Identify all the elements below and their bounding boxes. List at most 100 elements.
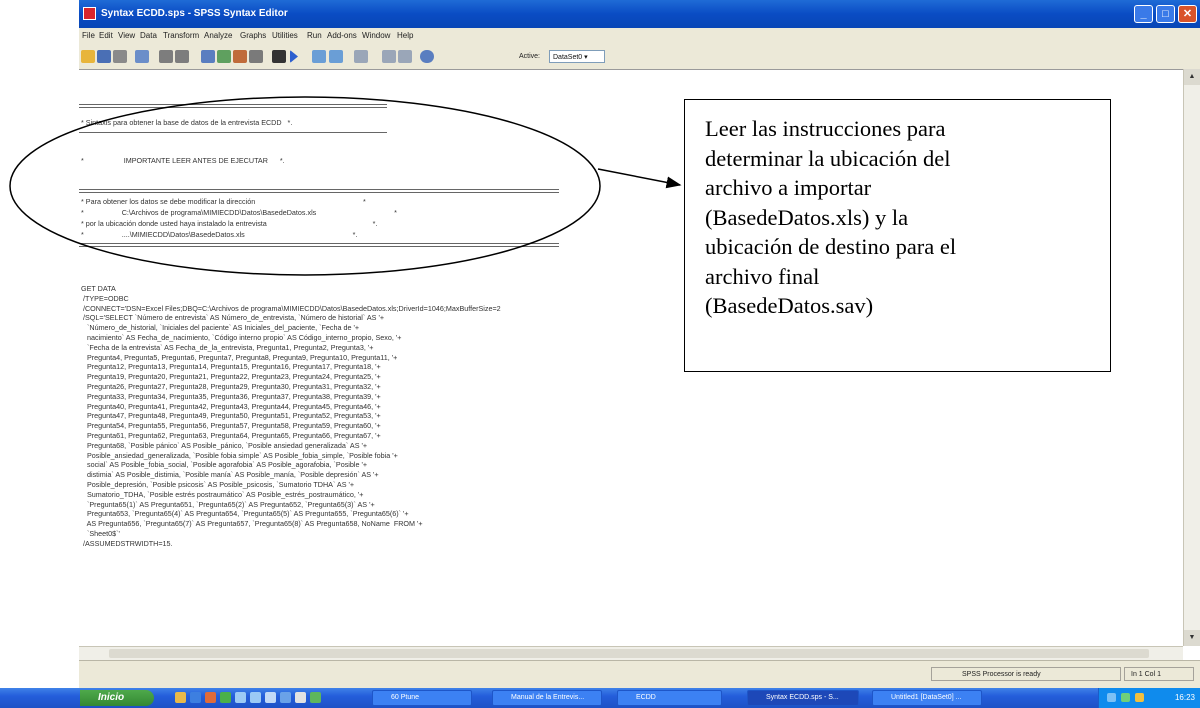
code-line: `Pregunta65(1)` AS Pregunta651, `Pregunt… bbox=[81, 499, 375, 509]
print-icon[interactable] bbox=[113, 50, 127, 63]
horizontal-scroll-thumb[interactable] bbox=[109, 649, 1149, 658]
menu-window[interactable]: Window bbox=[362, 31, 390, 40]
system-tray: 16:23 bbox=[1098, 688, 1200, 708]
code-line: AS Pregunta656, `Pregunta65(7)` AS Pregu… bbox=[81, 519, 423, 529]
code-line: /TYPE=ODBC bbox=[81, 293, 129, 303]
comment-line: * C:\Archivos de programa\MIMIECDD\Datos… bbox=[81, 208, 397, 217]
minimize-button[interactable]: _ bbox=[1134, 5, 1153, 23]
chart-icon[interactable] bbox=[233, 50, 247, 63]
code-line: Pregunta40, Pregunta41, Pregunta42, Preg… bbox=[81, 401, 381, 411]
title-bar[interactable]: Syntax ECDD.sps - SPSS Syntax Editor _ □… bbox=[79, 0, 1200, 28]
split-file-icon[interactable] bbox=[354, 50, 368, 63]
taskbar-task[interactable]: Untitled1 [DataSet0] ... bbox=[872, 690, 982, 706]
start-button[interactable]: Inicio bbox=[80, 690, 154, 706]
find-icon[interactable] bbox=[272, 50, 286, 63]
menu-graphs[interactable]: Graphs bbox=[240, 31, 266, 40]
code-line: Pregunta33, Pregunta34, Pregunta35, Preg… bbox=[81, 391, 381, 401]
taskbar-task[interactable]: Manual de la Entrevis... bbox=[492, 690, 602, 706]
quick-launch-icon[interactable] bbox=[310, 692, 321, 703]
code-line: Pregunta12, Pregunta13, Pregunta14, Preg… bbox=[81, 362, 381, 372]
maximize-button[interactable]: □ bbox=[1156, 5, 1175, 23]
status-bar: SPSS Processor is ready In 1 Col 1 bbox=[79, 660, 1200, 689]
insert-cases-icon[interactable] bbox=[312, 50, 326, 63]
quick-launch-icon[interactable] bbox=[250, 692, 261, 703]
menu-add-ons[interactable]: Add-ons bbox=[327, 31, 357, 40]
tray-security-icon[interactable] bbox=[1121, 693, 1130, 702]
menu-view[interactable]: View bbox=[118, 31, 135, 40]
variables-icon[interactable] bbox=[217, 50, 231, 63]
menu-utilities[interactable]: Utilities bbox=[272, 31, 298, 40]
insert-variable-icon[interactable] bbox=[329, 50, 343, 63]
menu-edit[interactable]: Edit bbox=[99, 31, 113, 40]
menu-data[interactable]: Data bbox=[140, 31, 157, 40]
vertical-scrollbar[interactable]: ▲ ▼ bbox=[1183, 69, 1200, 646]
comment-line: * IMPORTANTE LEER ANTES DE EJECUTAR *. bbox=[81, 156, 285, 165]
taskbar-task[interactable]: Syntax ECDD.sps - S... bbox=[747, 690, 859, 706]
save-icon[interactable] bbox=[97, 50, 111, 63]
menu-transform[interactable]: Transform bbox=[163, 31, 199, 40]
dialog-recall-icon[interactable] bbox=[135, 50, 149, 63]
quick-launch-icon[interactable] bbox=[295, 692, 306, 703]
menu-bar: File Edit View Data Transform Analyze Gr… bbox=[79, 28, 1200, 45]
quick-launch-icon[interactable] bbox=[265, 692, 276, 703]
menu-analyze[interactable]: Analyze bbox=[204, 31, 232, 40]
active-dataset-label: Active: bbox=[519, 53, 541, 60]
comment-rule bbox=[79, 132, 387, 133]
quick-launch-icon[interactable] bbox=[280, 692, 291, 703]
code-line: Posible_ansiedad_generalizada, `Posible … bbox=[81, 450, 398, 460]
menu-file[interactable]: File bbox=[82, 31, 95, 40]
menu-help[interactable]: Help bbox=[397, 31, 413, 40]
taskbar-task[interactable]: ECDD bbox=[617, 690, 722, 706]
active-dataset-select[interactable]: DataSet0 ▾ bbox=[549, 50, 605, 63]
code-line: distimia` AS Posible_distimia, `Posible … bbox=[81, 470, 379, 480]
quick-launch-icon[interactable] bbox=[175, 692, 186, 703]
code-line: Pregunta61, Pregunta62, Pregunta63, Preg… bbox=[81, 431, 381, 440]
value-labels-icon[interactable] bbox=[420, 50, 434, 63]
menu-run[interactable]: Run bbox=[307, 31, 322, 40]
callout-line: determinar la ubicación del bbox=[705, 145, 951, 171]
instruction-callout: Leer las instrucciones para determinar l… bbox=[684, 99, 1111, 372]
spss-app-icon bbox=[83, 7, 96, 20]
undo-icon[interactable] bbox=[159, 50, 173, 63]
code-line: Pregunta68, `Posible pánico` AS Posible_… bbox=[81, 440, 368, 450]
code-line: `Número_de_historial, `Iniciales del pac… bbox=[81, 323, 360, 333]
quick-launch-icon[interactable] bbox=[220, 692, 231, 703]
scroll-down-icon[interactable]: ▼ bbox=[1184, 630, 1200, 646]
cursor-position: In 1 Col 1 bbox=[1124, 667, 1194, 681]
quick-launch-icon[interactable] bbox=[205, 692, 216, 703]
code-line: Posible_depresión, `Posible psicosis` AS… bbox=[81, 480, 355, 489]
comment-rule bbox=[79, 104, 387, 105]
weight-cases-icon[interactable] bbox=[382, 50, 396, 63]
run-icon[interactable] bbox=[290, 50, 298, 63]
active-dataset-value: DataSet0 bbox=[553, 54, 583, 61]
comment-line: * por la ubicación donde usted haya inst… bbox=[81, 219, 378, 228]
clock: 16:23 bbox=[1174, 693, 1195, 702]
tray-network-icon[interactable] bbox=[1107, 693, 1116, 702]
callout-line: (BasedeDatos.xls) y la bbox=[705, 204, 909, 230]
window-title: Syntax ECDD.sps - SPSS Syntax Editor bbox=[101, 8, 288, 19]
select-cases-icon[interactable] bbox=[398, 50, 412, 63]
open-file-icon[interactable] bbox=[81, 50, 95, 63]
goto-data-icon[interactable] bbox=[201, 50, 215, 63]
redo-icon[interactable] bbox=[175, 50, 189, 63]
code-line: `Sheet0$`' bbox=[81, 529, 120, 538]
code-line: Sumatorio_TDHA, `Posible estrés postraum… bbox=[81, 489, 364, 499]
quick-launch-icon[interactable] bbox=[190, 692, 201, 703]
columns-icon[interactable] bbox=[249, 50, 263, 63]
code-line: Pregunta19, Pregunta20, Pregunta21, Preg… bbox=[81, 372, 381, 382]
horizontal-scrollbar[interactable] bbox=[79, 646, 1183, 661]
comment-line: * ....\MIMIECDD\Datos\BasedeDatos.xls *. bbox=[81, 230, 358, 239]
code-line: /SQL='SELECT `Número de entrevista` AS N… bbox=[81, 313, 385, 323]
comment-rule bbox=[79, 107, 387, 108]
close-button[interactable]: ✕ bbox=[1178, 5, 1197, 23]
comment-line: * Para obtener los datos se debe modific… bbox=[81, 197, 366, 206]
tray-volume-icon[interactable] bbox=[1135, 693, 1144, 702]
windows-taskbar: Inicio 60 Ptune Manual de la Entrevis...… bbox=[0, 688, 1200, 708]
code-line: /CONNECT='DSN=Excel Files;DBQ=C:\Archivo… bbox=[81, 303, 501, 313]
code-line: Pregunta26, Pregunta27, Pregunta28, Preg… bbox=[81, 382, 381, 391]
quick-launch-icon[interactable] bbox=[235, 692, 246, 703]
scroll-up-icon[interactable]: ▲ bbox=[1184, 69, 1200, 85]
comment-rule bbox=[79, 243, 559, 244]
taskbar-task[interactable]: 60 Ptune bbox=[372, 690, 472, 706]
code-line: `Fecha de la entrevista` AS Fecha_de_la_… bbox=[81, 342, 374, 352]
